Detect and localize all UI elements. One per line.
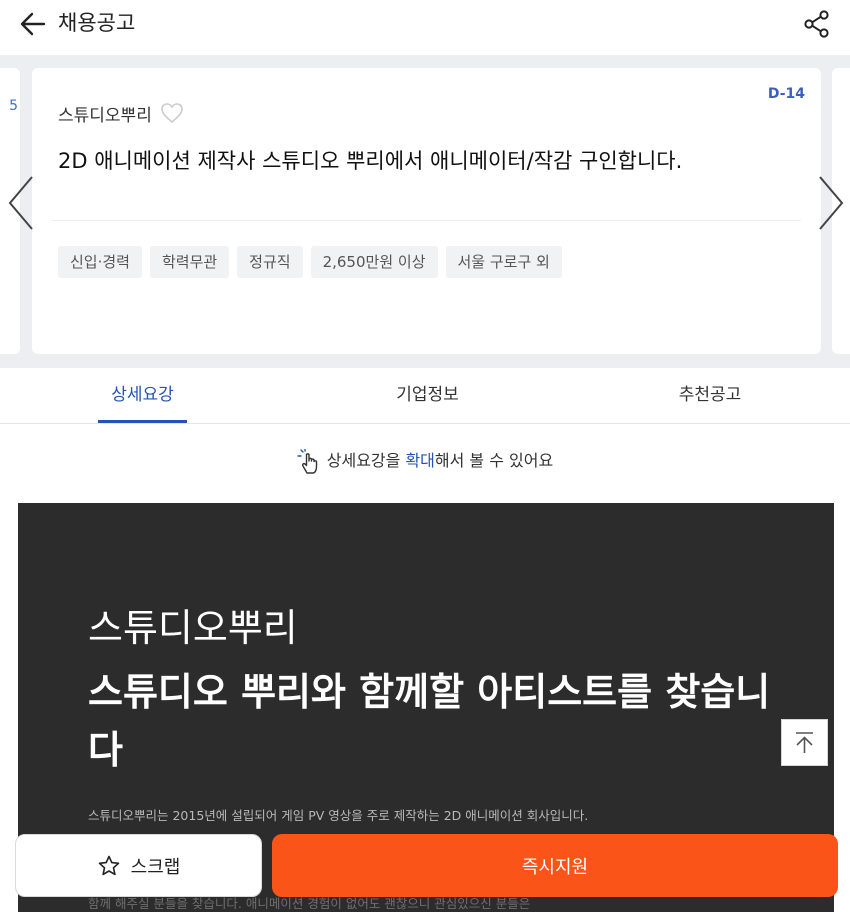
dday-badge: D-14 bbox=[767, 86, 805, 102]
arrow-left-icon bbox=[20, 12, 46, 36]
hint-text-after: 해서 볼 수 있어요 bbox=[434, 451, 554, 470]
active-tab-indicator bbox=[98, 420, 187, 423]
job-card-carousel: 5 스튜디오뿌리 D-14 2D 애니메이션 제작사 스튜디오 뿌리에서 애니메… bbox=[0, 55, 850, 368]
share-button[interactable] bbox=[802, 9, 832, 39]
job-card[interactable]: 스튜디오뿌리 D-14 2D 애니메이션 제작사 스튜디오 뿌리에서 애니메이터… bbox=[32, 68, 821, 354]
company-name[interactable]: 스튜디오뿌리 bbox=[58, 101, 152, 126]
chevron-right-icon bbox=[819, 176, 844, 230]
tab-company-info[interactable]: 기업정보 bbox=[380, 368, 475, 424]
detail-headline: 스튜디오 뿌리와 함께할 아티스트를 찾습니다 bbox=[88, 670, 771, 772]
tab-job-details[interactable]: 상세요강 bbox=[98, 368, 187, 424]
page-title: 채용공고 bbox=[58, 11, 136, 35]
hint-text-emphasis: 확대 bbox=[405, 451, 435, 470]
scroll-to-top-button[interactable] bbox=[781, 719, 828, 766]
card-divider bbox=[52, 220, 801, 221]
zoom-hint: 상세요강을 확대해서 볼 수 있어요 bbox=[0, 446, 850, 476]
tag-salary: 2,650만원 이상 bbox=[310, 246, 438, 278]
scrap-button[interactable]: 스크랩 bbox=[15, 834, 262, 897]
app-header: 채용공고 bbox=[0, 0, 850, 52]
company-row: 스튜디오뿌리 bbox=[58, 100, 184, 126]
heart-icon[interactable] bbox=[160, 102, 184, 124]
share-icon bbox=[804, 10, 829, 38]
apply-button-label: 즉시지원 bbox=[521, 856, 589, 878]
pinch-hand-icon bbox=[297, 447, 323, 475]
carousel-next-button[interactable] bbox=[816, 173, 846, 233]
scrap-button-label: 스크랩 bbox=[130, 856, 181, 878]
hint-text-before: 상세요강을 bbox=[326, 451, 406, 470]
apply-now-button[interactable]: 즉시지원 bbox=[272, 834, 838, 897]
tab-recommended-jobs[interactable]: 추천공고 bbox=[665, 368, 755, 424]
tag-location: 서울 구로구 외 bbox=[445, 246, 562, 278]
tag-employment-type: 정규직 bbox=[237, 246, 303, 278]
back-button[interactable] bbox=[18, 9, 52, 39]
tag-education: 학력무관 bbox=[149, 246, 230, 278]
arrow-up-icon bbox=[796, 732, 813, 753]
prev-card-peek-text: 5 bbox=[9, 98, 18, 114]
job-tags: 신입·경력 학력무관 정규직 2,650만원 이상 서울 구로구 외 bbox=[58, 246, 562, 278]
tag-career: 신입·경력 bbox=[58, 246, 142, 278]
detail-tabs: 상세요강 기업정보 추천공고 bbox=[0, 368, 850, 424]
carousel-prev-button[interactable] bbox=[6, 173, 36, 233]
star-icon bbox=[98, 855, 119, 875]
detail-body-line: 스튜디오뿌리는 2015년에 설립되어 게임 PV 영상을 주로 제작하는 2D… bbox=[88, 808, 589, 823]
job-title: 2D 애니메이션 제작사 스튜디오 뿌리에서 애니메이터/작감 구인합니다. bbox=[58, 149, 683, 173]
detail-company-name: 스튜디오뿌리 bbox=[88, 606, 298, 650]
chevron-left-icon bbox=[8, 176, 33, 230]
